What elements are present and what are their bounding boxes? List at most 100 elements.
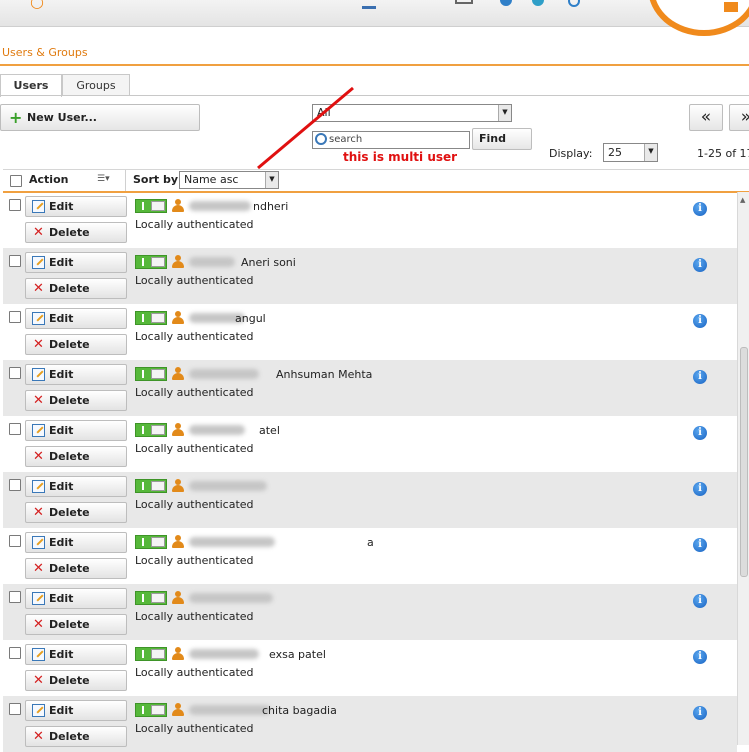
enabled-toggle[interactable] <box>135 199 167 213</box>
row-checkbox[interactable] <box>9 535 21 547</box>
delete-button[interactable]: ✕ Delete <box>25 446 127 467</box>
enabled-toggle[interactable] <box>135 255 167 269</box>
scroll-up-icon[interactable]: ▲ <box>740 196 745 204</box>
delete-button[interactable]: ✕ Delete <box>25 558 127 579</box>
toggle-knob <box>151 369 165 379</box>
annotation-text: this is multi user <box>343 150 458 164</box>
calendar-icon[interactable] <box>455 0 473 4</box>
enabled-toggle[interactable] <box>135 367 167 381</box>
scrollbar-thumb[interactable] <box>740 347 748 577</box>
user-menu-icon[interactable] <box>724 2 738 12</box>
tab-groups[interactable]: Groups <box>62 74 130 96</box>
auth-type: Locally authenticated <box>135 610 254 623</box>
app-logo: ○ ° ° <box>30 0 101 11</box>
next-page-button[interactable]: » <box>729 104 749 131</box>
search-input[interactable]: search <box>312 131 470 149</box>
delete-button[interactable]: ✕ Delete <box>25 502 127 523</box>
info-icon[interactable]: i <box>693 426 707 440</box>
user-display-name[interactable]: ndheri <box>253 200 288 213</box>
row-checkbox[interactable] <box>9 703 21 715</box>
delete-label: Delete <box>49 506 90 519</box>
edit-button[interactable]: Edit <box>25 364 127 385</box>
toggle-on-mark <box>142 258 144 266</box>
delete-button[interactable]: ✕ Delete <box>25 222 127 243</box>
column-options-icon[interactable]: ☰▾ <box>97 174 110 184</box>
row-checkbox[interactable] <box>9 255 21 267</box>
row-checkbox[interactable] <box>9 591 21 603</box>
delete-button[interactable]: ✕ Delete <box>25 726 127 747</box>
display-select[interactable]: 25 ▼ <box>603 143 658 162</box>
new-user-button[interactable]: + New User... <box>0 104 200 131</box>
first-page-button[interactable]: « <box>689 104 723 131</box>
search-icon[interactable] <box>568 0 580 7</box>
row-checkbox[interactable] <box>9 367 21 379</box>
table-row: Edit ✕ Delete exsa patel Locally authenticat… <box>3 640 737 696</box>
edit-button[interactable]: Edit <box>25 700 127 721</box>
select-all-checkbox[interactable] <box>10 175 22 187</box>
enabled-toggle[interactable] <box>135 591 167 605</box>
user-display-name[interactable]: atel <box>259 424 280 437</box>
delete-button[interactable]: ✕ Delete <box>25 334 127 355</box>
delete-x-icon: ✕ <box>33 617 44 632</box>
delete-button[interactable]: ✕ Delete <box>25 390 127 411</box>
auth-type: Locally authenticated <box>135 722 254 735</box>
row-checkbox[interactable] <box>9 199 21 211</box>
toggle-on-mark <box>142 426 144 434</box>
find-button[interactable]: Find <box>472 128 532 150</box>
user-display-name[interactable]: exsa patel <box>269 648 326 661</box>
result-count: 1-25 of 17 <box>697 147 749 160</box>
info-icon[interactable]: i <box>693 370 707 384</box>
edit-button[interactable]: Edit <box>25 476 127 497</box>
breadcrumb-divider <box>0 64 749 66</box>
user-display-name[interactable]: a <box>367 536 374 549</box>
brand-ring-icon[interactable] <box>648 0 749 36</box>
info-icon[interactable]: i <box>693 482 707 496</box>
edit-button[interactable]: Edit <box>25 196 127 217</box>
table-row: Edit ✕ Delete Anhsuman Mehta Locally authent… <box>3 360 737 416</box>
edit-button[interactable]: Edit <box>25 252 127 273</box>
row-checkbox[interactable] <box>9 311 21 323</box>
row-checkbox[interactable] <box>9 423 21 435</box>
info-icon[interactable]: i <box>693 594 707 608</box>
edit-button[interactable]: Edit <box>25 588 127 609</box>
info-icon[interactable]: i <box>693 538 707 552</box>
user-display-name[interactable]: Anhsuman Mehta <box>276 368 372 381</box>
info-icon[interactable]: i <box>693 258 707 272</box>
delete-button[interactable]: ✕ Delete <box>25 278 127 299</box>
info-icon[interactable]: i <box>693 202 707 216</box>
edit-label: Edit <box>49 536 74 549</box>
row-checkbox[interactable] <box>9 647 21 659</box>
nav-icon[interactable] <box>362 0 376 9</box>
enabled-toggle[interactable] <box>135 703 167 717</box>
sort-by-label: Sort by: <box>133 173 183 186</box>
edit-button[interactable]: Edit <box>25 420 127 441</box>
enabled-toggle[interactable] <box>135 479 167 493</box>
toggle-knob <box>151 649 165 659</box>
filter-select[interactable]: All ▼ <box>312 104 512 122</box>
edit-icon <box>32 592 45 605</box>
user-display-name[interactable]: angul <box>235 312 266 325</box>
edit-button[interactable]: Edit <box>25 308 127 329</box>
auth-type: Locally authenticated <box>135 218 254 231</box>
row-checkbox[interactable] <box>9 479 21 491</box>
help-icon[interactable] <box>532 0 544 6</box>
enabled-toggle[interactable] <box>135 311 167 325</box>
sort-select[interactable]: Name asc ▼ <box>179 171 279 189</box>
enabled-toggle[interactable] <box>135 647 167 661</box>
globe-icon[interactable] <box>500 0 512 6</box>
user-display-name[interactable]: chita bagadia <box>262 704 337 717</box>
info-icon[interactable]: i <box>693 314 707 328</box>
edit-button[interactable]: Edit <box>25 644 127 665</box>
delete-button[interactable]: ✕ Delete <box>25 670 127 691</box>
edit-button[interactable]: Edit <box>25 532 127 553</box>
enabled-toggle[interactable] <box>135 535 167 549</box>
info-icon[interactable]: i <box>693 650 707 664</box>
user-display-name[interactable]: Aneri soni <box>241 256 296 269</box>
table-row: Edit ✕ Delete a Locally authenticated i <box>3 528 737 584</box>
tab-users[interactable]: Users <box>0 74 62 97</box>
edit-icon <box>32 368 45 381</box>
delete-button[interactable]: ✕ Delete <box>25 614 127 635</box>
enabled-toggle[interactable] <box>135 423 167 437</box>
scrollbar[interactable]: ▲ <box>737 192 749 745</box>
info-icon[interactable]: i <box>693 706 707 720</box>
